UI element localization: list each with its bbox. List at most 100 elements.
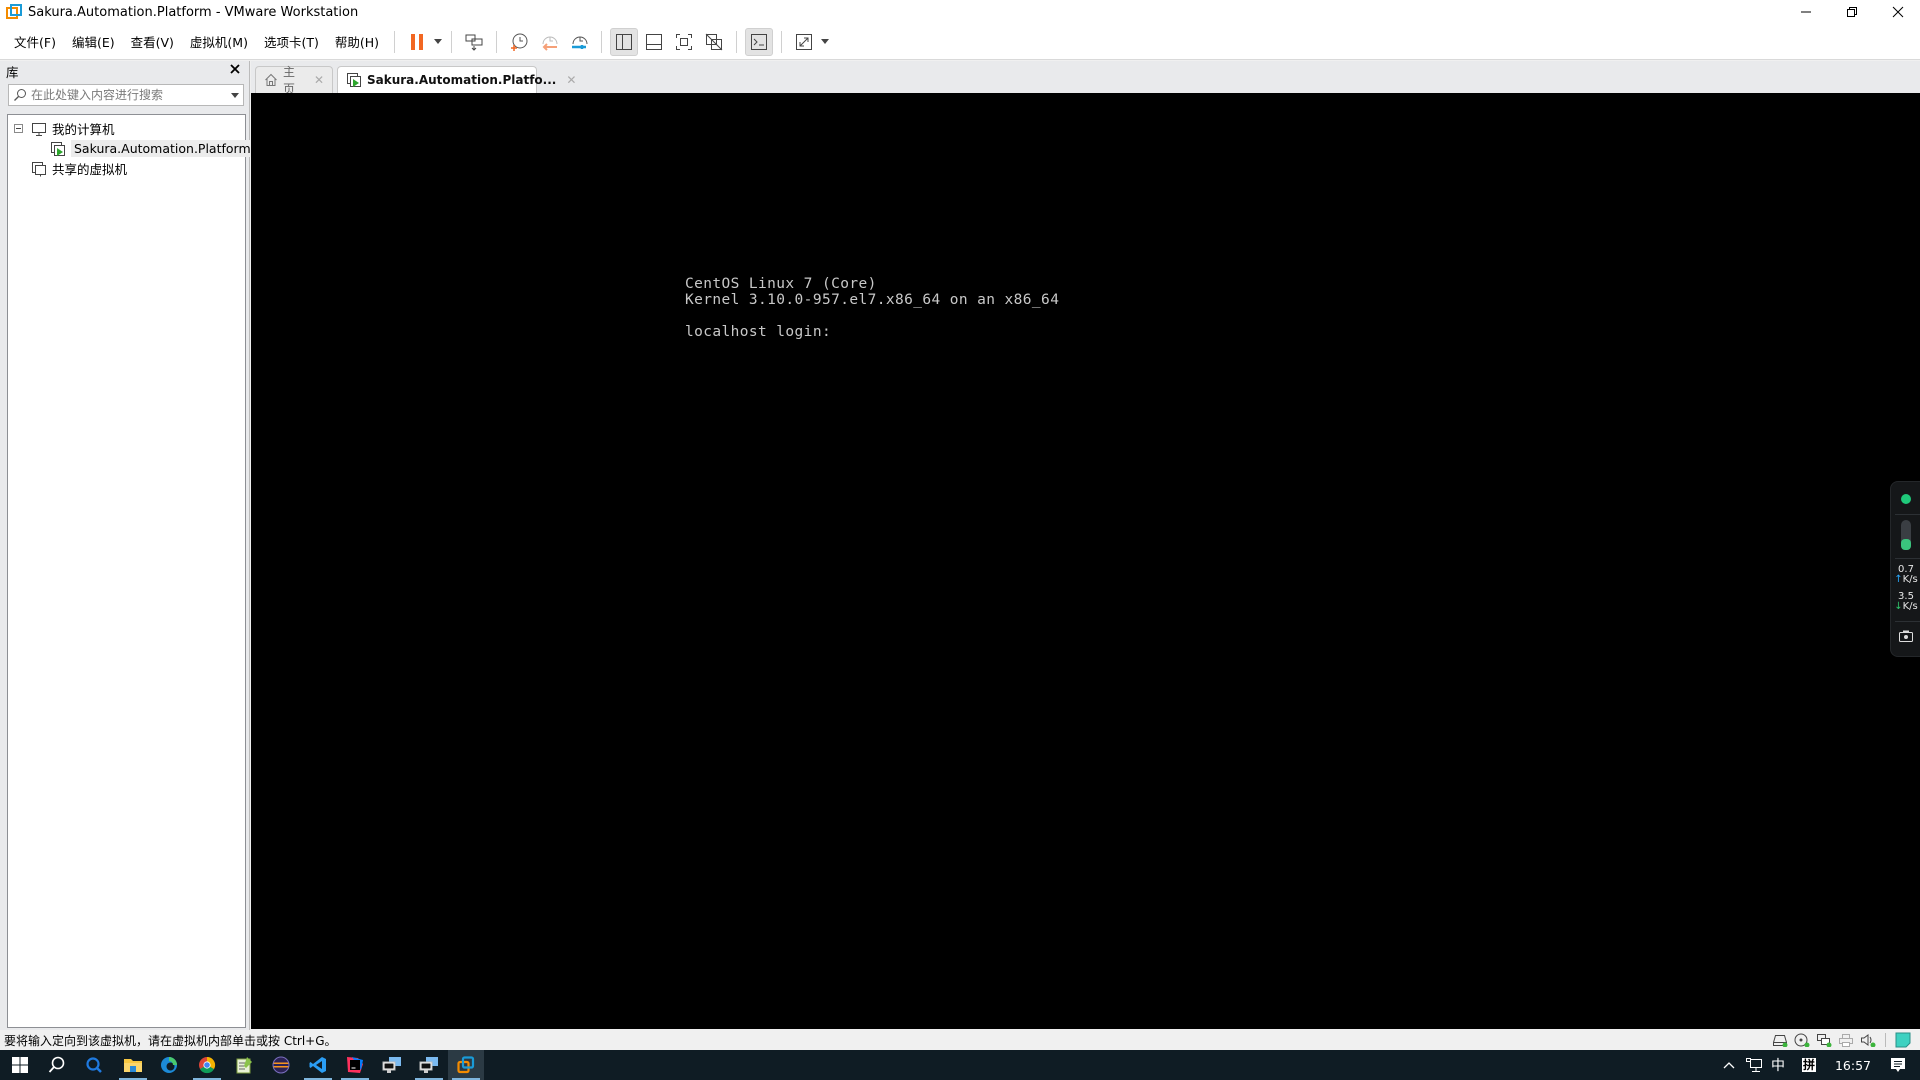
device-icons — [1769, 1030, 1920, 1050]
toolbar-separator — [394, 30, 396, 53]
chevron-up-icon — [1723, 1062, 1735, 1069]
search-dropdown-button[interactable] — [231, 93, 239, 98]
cd-dvd-icon[interactable] — [1792, 1031, 1812, 1049]
action-center-button[interactable] — [1878, 1050, 1918, 1080]
taskbar-app-everything[interactable] — [76, 1050, 112, 1080]
minimize-button[interactable] — [1783, 0, 1829, 24]
pause-icon — [411, 33, 424, 50]
tree-item-shared-vms[interactable]: 共享的虚拟机 — [31, 159, 127, 178]
snapshot-manager-button[interactable] — [565, 28, 593, 56]
window-title: Sakura.Automation.Platform - VMware Work… — [28, 4, 359, 20]
taskbar-app-eclipse[interactable] — [263, 1050, 299, 1080]
title-bar: Sakura.Automation.Platform - VMware Work… — [0, 0, 1920, 24]
send-ctrl-alt-del-button[interactable] — [460, 28, 488, 56]
network-adapter-icon[interactable] — [1814, 1031, 1834, 1049]
library-header: 库 — [0, 61, 250, 82]
file-explorer-icon — [124, 1059, 142, 1072]
network-wired-icon — [1746, 1058, 1762, 1072]
pause-button[interactable] — [403, 28, 431, 56]
full-screen-button[interactable] — [670, 28, 698, 56]
unity-icon — [705, 33, 723, 50]
tree-item-my-computer[interactable]: 我的计算机 — [14, 119, 115, 138]
console-line: CentOS Linux 7 (Core) — [685, 276, 877, 292]
power-dropdown-button[interactable] — [432, 28, 444, 56]
chevron-down-icon — [434, 39, 443, 44]
library-title: 库 — [6, 65, 19, 80]
clock[interactable]: 16:57 — [1830, 1050, 1876, 1080]
show-library-button[interactable] — [610, 27, 639, 56]
taskbar-app-remote-desktop-2[interactable] — [411, 1050, 447, 1080]
stretch-guest-button[interactable] — [790, 28, 818, 56]
taskbar-app-remote-desktop-1[interactable] — [374, 1050, 410, 1080]
library-search-input[interactable] — [31, 88, 221, 102]
everything-search-icon — [86, 1057, 102, 1073]
ime-mode-indicator[interactable]: 中 — [1767, 1050, 1789, 1080]
sound-card-icon[interactable] — [1858, 1031, 1878, 1049]
network-tray-icon[interactable] — [1742, 1050, 1766, 1080]
tab-close-button[interactable]: ✕ — [566, 73, 576, 87]
taskbar-app-intellij-idea[interactable] — [337, 1050, 373, 1080]
menu-file[interactable]: 文件(F) — [6, 24, 64, 59]
ime-layout-indicator[interactable]: 拼 — [1796, 1050, 1822, 1080]
vm-status-indicator — [1891, 493, 1920, 505]
printer-icon[interactable] — [1836, 1031, 1856, 1049]
menu-toolbar-bar: 文件(F) 编辑(E) 查看(V) 虚拟机(M) 选项卡(T) 帮助(H) — [0, 24, 1920, 60]
divider — [1895, 558, 1920, 559]
library-close-button[interactable] — [227, 63, 243, 79]
upload-rate-unit: K/s — [1902, 574, 1918, 585]
download-rate: 3.5 ↓K/s — [1891, 592, 1920, 612]
toolbar-separator — [451, 30, 453, 53]
unity-button[interactable] — [700, 28, 728, 56]
disk-activity-bar — [1901, 520, 1911, 550]
taskbar-app-file-explorer[interactable] — [115, 1050, 151, 1080]
tab-home[interactable]: 主页 ✕ — [255, 65, 333, 96]
revert-snapshot-button[interactable] — [535, 28, 563, 56]
tab-close-button[interactable]: ✕ — [314, 73, 324, 87]
menu-view[interactable]: 查看(V) — [123, 24, 182, 59]
status-dot-icon — [1901, 494, 1911, 504]
library-search-box[interactable] — [8, 84, 244, 106]
stretch-guest-icon — [796, 33, 813, 50]
eclipse-icon — [272, 1056, 290, 1074]
collapse-toggle-icon[interactable] — [14, 124, 23, 133]
status-message: 要将输入定向到该虚拟机，请在虚拟机内部单击或按 Ctrl+G。 — [4, 1033, 337, 1048]
taskbar-app-notepad-plus-plus[interactable] — [226, 1050, 262, 1080]
take-snapshot-button[interactable] — [505, 28, 533, 56]
divider — [1895, 514, 1920, 515]
menu-edit[interactable]: 编辑(E) — [64, 24, 123, 59]
divider — [1885, 1033, 1886, 1047]
vm-status-sidebar: 0.7 ↑K/s 3.5 ↓K/s — [1890, 481, 1920, 657]
console-view-icon — [751, 33, 768, 50]
show-thumbnail-bar-button[interactable] — [640, 28, 668, 56]
hard-disk-icon[interactable] — [1770, 1031, 1790, 1049]
library-tree: 我的计算机 Sakura.Automation.Platform 共享的虚拟机 — [7, 114, 254, 1028]
close-button[interactable] — [1875, 0, 1920, 24]
tab-vm[interactable]: Sakura.Automation.Platfo... ✕ — [337, 66, 576, 93]
stretch-dropdown-button[interactable] — [819, 28, 831, 56]
tree-item-vm[interactable]: Sakura.Automation.Platform — [50, 139, 254, 158]
intellij-idea-icon — [347, 1057, 363, 1073]
taskbar-app-chrome[interactable] — [189, 1050, 225, 1080]
start-button[interactable] — [2, 1050, 38, 1080]
taskbar-app-vmware-workstation[interactable] — [448, 1050, 484, 1080]
show-library-icon — [616, 33, 633, 50]
taskbar-search-button[interactable] — [39, 1050, 75, 1080]
menu-tabs[interactable]: 选项卡(T) — [256, 24, 327, 59]
home-icon — [264, 73, 278, 87]
send-ctrl-alt-del-icon — [465, 34, 483, 51]
full-screen-icon — [676, 33, 693, 50]
show-hidden-icons-button[interactable] — [1718, 1050, 1740, 1080]
message-log-icon[interactable] — [1893, 1031, 1913, 1049]
taskbar-app-vscode[interactable] — [300, 1050, 336, 1080]
console-view-button[interactable] — [745, 27, 774, 56]
taskbar-app-edge[interactable] — [151, 1050, 187, 1080]
screenshot-button[interactable] — [1891, 630, 1920, 642]
notification-icon — [1891, 1058, 1905, 1072]
menu-help[interactable]: 帮助(H) — [327, 24, 387, 59]
notepad-plus-plus-icon — [236, 1057, 252, 1074]
chrome-icon — [199, 1056, 216, 1074]
restore-button[interactable] — [1829, 0, 1875, 24]
snapshot-manager-icon — [572, 36, 588, 49]
menu-vm[interactable]: 虚拟机(M) — [182, 24, 256, 59]
vm-console[interactable]: CentOS Linux 7 (Core) Kernel 3.10.0-957.… — [251, 93, 1920, 1029]
